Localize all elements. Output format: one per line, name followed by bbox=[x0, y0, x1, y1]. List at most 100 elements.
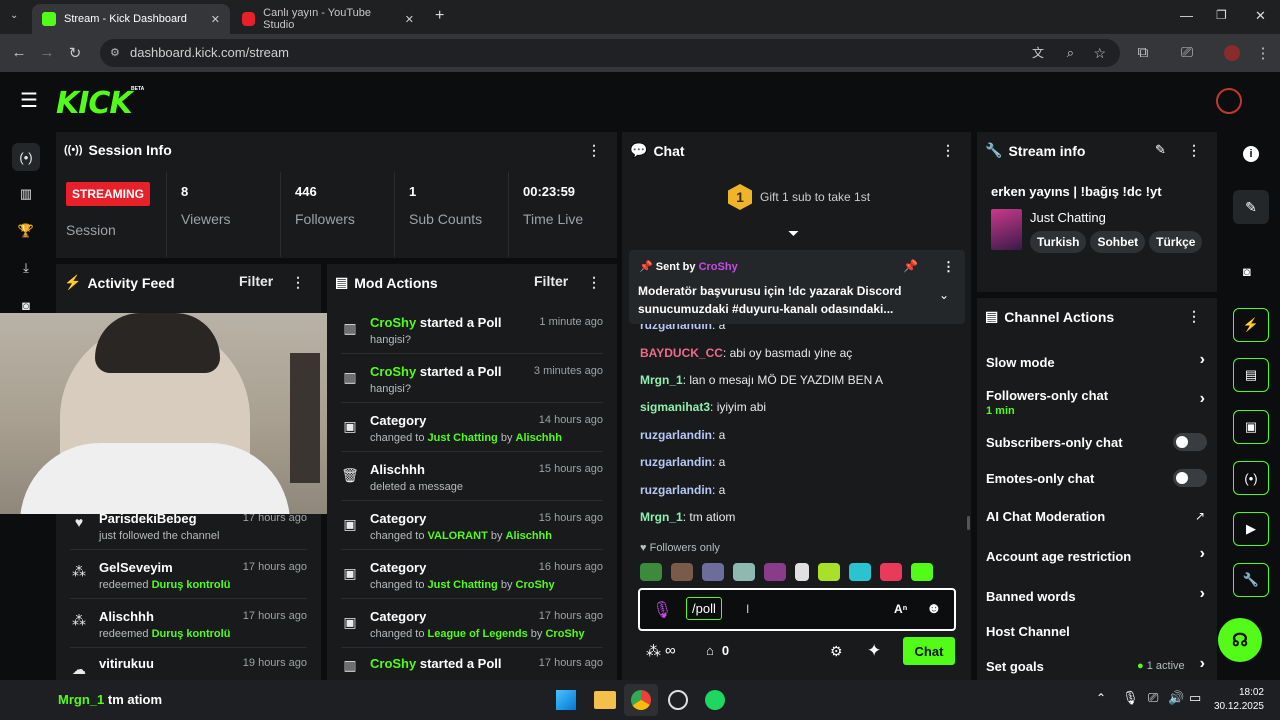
bookmark-star-icon[interactable]: ☆ bbox=[1093, 39, 1106, 67]
user-avatar[interactable] bbox=[1216, 88, 1242, 114]
screenshot-icon[interactable]: ◙ bbox=[1243, 264, 1251, 279]
subscribers-only-toggle[interactable] bbox=[1173, 433, 1207, 451]
emoji-icon[interactable]: ☻ bbox=[926, 600, 942, 617]
emote-2[interactable] bbox=[671, 563, 693, 581]
activity-filter-button[interactable]: Filter bbox=[239, 273, 273, 289]
microphone-icon[interactable]: 🎙 bbox=[652, 600, 672, 620]
restore-icon[interactable]: ❐ bbox=[1216, 8, 1227, 22]
collapse-icon[interactable]: ⏷ bbox=[788, 225, 799, 242]
new-tab-icon[interactable]: + bbox=[435, 7, 444, 25]
stream-info-more-icon[interactable]: ⋮ bbox=[1187, 142, 1201, 159]
chat-user[interactable]: ruzgarlandin bbox=[640, 455, 712, 469]
chrome-icon[interactable] bbox=[631, 690, 651, 710]
chat-settings-icon[interactable]: ⚙ bbox=[830, 643, 843, 660]
emote-5[interactable] bbox=[764, 563, 786, 581]
emote-8[interactable] bbox=[849, 563, 871, 581]
emote-10[interactable] bbox=[911, 563, 933, 581]
activity-more-icon[interactable]: ⋮ bbox=[291, 274, 305, 291]
edit-pencil-icon[interactable]: ✎ bbox=[1233, 190, 1269, 224]
action-followers-only[interactable]: Followers-only chat 1 min › bbox=[977, 386, 1217, 426]
profile-avatar[interactable] bbox=[1224, 45, 1240, 61]
emote-1[interactable] bbox=[640, 563, 662, 581]
emote-9[interactable] bbox=[880, 563, 902, 581]
emotes-only-toggle[interactable] bbox=[1173, 469, 1207, 487]
site-info-icon[interactable]: ⚙ bbox=[110, 39, 120, 67]
action-slow-mode[interactable]: Slow mode › bbox=[977, 350, 1217, 382]
tray-network-icon[interactable]: ⎚ bbox=[1148, 690, 1158, 706]
back-icon[interactable]: ← bbox=[10, 44, 28, 61]
info-icon[interactable]: i bbox=[1243, 146, 1259, 162]
tray-chevron-icon[interactable]: ⌃ bbox=[1096, 691, 1106, 705]
analytics-nav-icon[interactable]: ▥ bbox=[12, 180, 40, 208]
quick-actions-bolt-icon[interactable]: ⚡ bbox=[1233, 308, 1269, 342]
action-set-goals[interactable]: Set goals ● 1 active › bbox=[977, 655, 1217, 680]
trophy-nav-icon[interactable]: 🏆 bbox=[12, 217, 40, 245]
emote-7[interactable] bbox=[818, 563, 840, 581]
taskbar-clock[interactable]: 18:02 30.12.2025 bbox=[1208, 686, 1264, 714]
translate-icon[interactable]: Aⁿ bbox=[894, 602, 907, 616]
mod-filter-button[interactable]: Filter bbox=[534, 273, 568, 289]
windows-start-icon[interactable] bbox=[556, 690, 576, 710]
reload-icon[interactable]: ↻ bbox=[66, 44, 84, 62]
tab-kick-dashboard[interactable]: Stream - Kick Dashboard ✕ bbox=[32, 4, 230, 34]
action-host-channel[interactable]: Host Channel bbox=[977, 621, 1217, 651]
emote-3[interactable] bbox=[702, 563, 724, 581]
puzzle-icon[interactable]: ✦ bbox=[867, 641, 881, 661]
kick-logo[interactable]: KICK bbox=[56, 86, 133, 121]
window-close-icon[interactable]: ✕ bbox=[1255, 8, 1266, 24]
mod-more-icon[interactable]: ⋮ bbox=[587, 274, 601, 291]
browser-menu-icon[interactable]: ⋮ bbox=[1254, 44, 1272, 62]
cast-icon[interactable]: ⎚ bbox=[1178, 44, 1196, 61]
action-emotes-only: Emotes-only chat bbox=[977, 468, 1217, 498]
points-indicator[interactable]: ⁂ ∞ bbox=[646, 642, 676, 660]
wrench-icon[interactable]: 🔧 bbox=[1233, 563, 1269, 597]
chat-user[interactable]: Mrgn_1 bbox=[640, 373, 683, 387]
video-icon[interactable]: ▶ bbox=[1233, 512, 1269, 546]
action-ai-moderation[interactable]: AI Chat Moderation ↗ bbox=[977, 506, 1217, 536]
store-indicator[interactable]: ⌂ 0 bbox=[706, 643, 729, 658]
tab-search-icon[interactable]: ⌄ bbox=[10, 10, 18, 21]
stream-nav-icon[interactable]: (•) bbox=[12, 143, 40, 171]
forward-icon[interactable]: → bbox=[38, 44, 56, 61]
emote-6[interactable] bbox=[795, 563, 809, 581]
tray-volume-icon[interactable]: 🔊 bbox=[1168, 690, 1184, 706]
chat-user[interactable]: sigmanihat3 bbox=[640, 400, 710, 414]
channel-actions-more-icon[interactable]: ⋮ bbox=[1187, 308, 1201, 325]
chat-user[interactable]: ruzgarlandin bbox=[640, 483, 712, 497]
tray-battery-icon[interactable]: ▭ bbox=[1189, 690, 1201, 706]
obs-icon[interactable] bbox=[668, 690, 688, 710]
translate-icon[interactable]: 文 bbox=[1032, 39, 1044, 67]
close-tab-icon[interactable]: ✕ bbox=[211, 13, 220, 26]
chat-scrollbar[interactable] bbox=[967, 516, 970, 530]
url-field[interactable]: ⚙ dashboard.kick.com/stream 文 ⌕ ☆ bbox=[100, 39, 1120, 67]
chat-user[interactable]: Mrgn_1 bbox=[640, 510, 683, 524]
pin-toggle-icon[interactable]: 📌 bbox=[903, 259, 918, 273]
chat-input[interactable]: 🎙 /poll I Aⁿ ☻ bbox=[638, 588, 956, 631]
expand-chevron-icon[interactable]: ⌄ bbox=[939, 288, 949, 302]
broadcast-icon[interactable]: (•) bbox=[1233, 461, 1269, 495]
gift-leaderboard[interactable]: 1 Gift 1 sub to take 1st bbox=[728, 184, 870, 210]
action-account-age[interactable]: Account age restriction › bbox=[977, 545, 1217, 576]
chat-bubble-icon[interactable]: ▣ bbox=[1233, 410, 1269, 444]
emote-4[interactable] bbox=[733, 563, 755, 581]
chat-user[interactable]: ruzgarlandin bbox=[640, 428, 712, 442]
zoom-icon[interactable]: ⌕ bbox=[1067, 39, 1074, 67]
action-banned-words[interactable]: Banned words › bbox=[977, 585, 1217, 616]
file-explorer-icon[interactable] bbox=[594, 691, 616, 709]
edit-pencil-icon[interactable]: ✎ bbox=[1155, 142, 1166, 158]
support-headset-icon[interactable]: ☊ bbox=[1218, 618, 1262, 662]
hamburger-menu-icon[interactable]: ☰ bbox=[20, 88, 38, 113]
extensions-icon[interactable]: ⧉ bbox=[1134, 44, 1152, 61]
spotify-icon[interactable] bbox=[705, 690, 725, 710]
chat-more-icon[interactable]: ⋮ bbox=[941, 142, 955, 159]
download-nav-icon[interactable]: ⤓ bbox=[12, 254, 40, 282]
tab-youtube-studio[interactable]: Canlı yayın - YouTube Studio ✕ bbox=[232, 4, 424, 34]
minimize-icon[interactable]: — bbox=[1180, 8, 1193, 23]
session-more-icon[interactable]: ⋮ bbox=[587, 142, 601, 159]
chat-user[interactable]: BAYDUCK_CC bbox=[640, 346, 723, 360]
notes-icon[interactable]: ▤ bbox=[1233, 358, 1269, 392]
tray-mic-icon[interactable]: 🎙 bbox=[1122, 690, 1139, 706]
close-tab-icon[interactable]: ✕ bbox=[405, 13, 414, 26]
send-chat-button[interactable]: Chat bbox=[903, 637, 955, 665]
pinned-more-icon[interactable]: ⋮ bbox=[942, 259, 955, 275]
